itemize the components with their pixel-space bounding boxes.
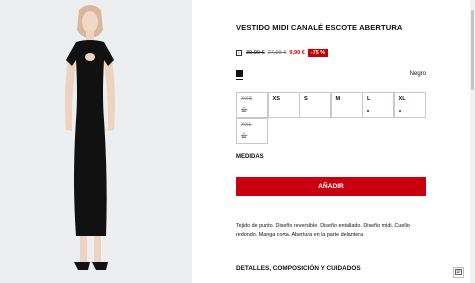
discount-badge: -75 % <box>307 49 328 57</box>
size-option-xl[interactable]: XL <box>393 92 426 118</box>
product-image[interactable] <box>0 0 192 283</box>
product-info-panel: VESTIDO MIDI CANALÉ ESCOTE ABERTURA i 39… <box>236 0 426 283</box>
size-option-m[interactable]: M <box>330 92 363 118</box>
color-swatch-black[interactable] <box>236 70 243 77</box>
details-composition-care-link[interactable]: DETALLES, COMPOSICIÓN Y CUIDADOS <box>236 265 361 272</box>
low-stock-dot <box>367 110 369 112</box>
price-original: 39,99 € <box>246 50 265 56</box>
page-scrollbar[interactable] <box>470 0 475 283</box>
bell-icon: 🔔︎ <box>241 132 248 139</box>
chat-button[interactable] <box>453 267 464 278</box>
price-row: i 39,99 € 27,99 € 9,90 € -75 % <box>236 47 328 59</box>
size-option-l[interactable]: L <box>362 92 394 118</box>
measures-link[interactable]: MEDIDAS <box>236 154 264 160</box>
size-option-s[interactable]: S <box>299 92 331 118</box>
model-wearing-dress-illustration <box>0 0 192 283</box>
size-label: XXS <box>241 96 253 102</box>
size-selector: XXS 🔔︎ XS S M L XL XXL 🔔︎ <box>236 92 426 146</box>
color-name: Negro <box>409 71 426 77</box>
price-previous: 27,99 € <box>267 50 287 56</box>
size-label: S <box>304 96 308 102</box>
size-option-xxs[interactable]: XXS 🔔︎ <box>236 92 268 118</box>
size-label: XXL <box>241 121 252 128</box>
chat-icon <box>455 269 462 275</box>
size-option-xxl[interactable]: XXL 🔔︎ <box>236 117 268 144</box>
bell-icon: 🔔︎ <box>241 107 248 113</box>
size-label: M <box>335 96 341 102</box>
info-square-icon[interactable]: i <box>236 50 242 56</box>
add-to-cart-button[interactable]: AÑADIR <box>236 177 426 196</box>
size-label: XS <box>272 96 280 102</box>
size-label: XL <box>398 96 406 102</box>
price-current: 9,90 € <box>289 50 305 56</box>
selected-swatch-indicator <box>236 79 243 80</box>
size-label: L <box>367 96 371 102</box>
scrollbar-thumb[interactable] <box>471 10 474 90</box>
last-units-dot <box>398 110 401 112</box>
product-title: VESTIDO MIDI CANALÉ ESCOTE ABERTURA <box>236 23 403 32</box>
product-description: Tejido de punto. Diseño reversible. Dise… <box>236 223 410 238</box>
size-option-xs[interactable]: XS <box>267 92 300 118</box>
